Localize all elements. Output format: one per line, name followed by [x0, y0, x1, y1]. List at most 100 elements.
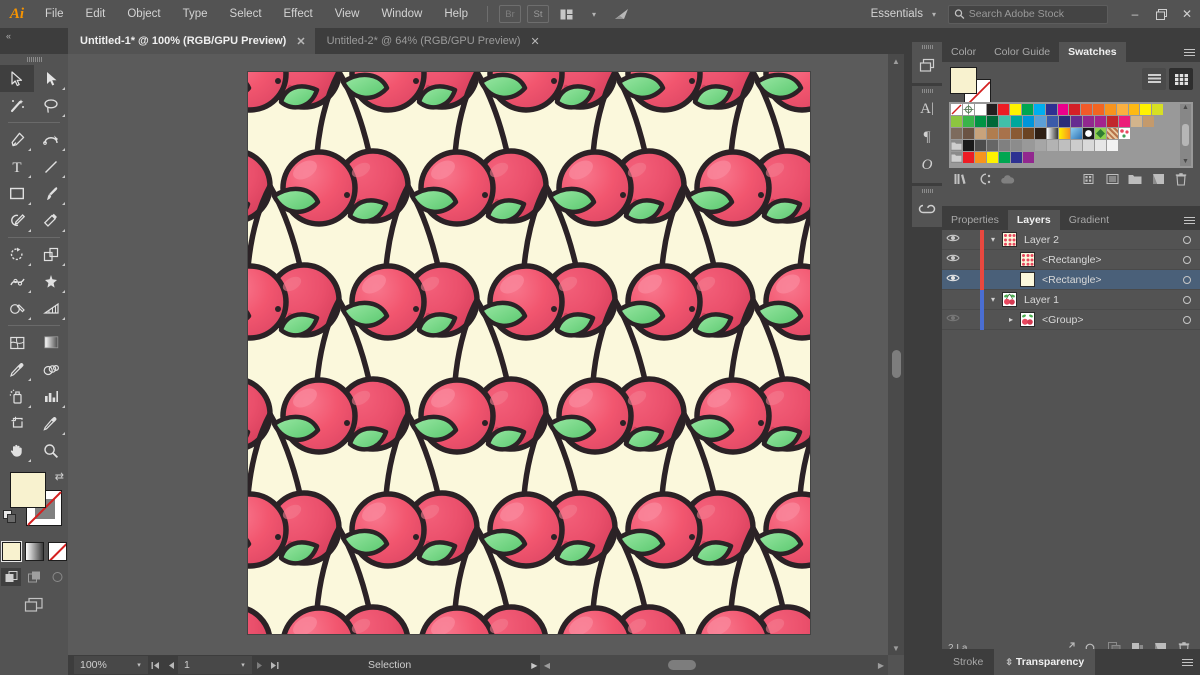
stock-search-box[interactable]	[948, 4, 1108, 24]
target-indicator[interactable]	[1174, 315, 1200, 324]
swatch-plum[interactable]	[1095, 116, 1106, 127]
hand-tool[interactable]	[0, 437, 34, 464]
search-input[interactable]	[968, 8, 1102, 20]
shaper-tool[interactable]	[0, 207, 34, 234]
draw-normal-mode[interactable]	[1, 568, 21, 586]
tab-stroke[interactable]: Stroke	[942, 649, 994, 675]
tab-color[interactable]: Color	[942, 42, 985, 62]
zoom-level-field[interactable]: 100%	[74, 656, 130, 674]
pen-tool[interactable]	[0, 126, 34, 153]
dock-grip[interactable]	[912, 42, 942, 51]
swatch-blue[interactable]	[1045, 104, 1057, 115]
swatch-gradient-yellow[interactable]	[1059, 128, 1070, 139]
scale-tool[interactable]	[34, 241, 68, 268]
swatch-sand[interactable]	[975, 128, 986, 139]
perspective-grid-tool[interactable]	[34, 295, 68, 322]
swatch-magenta[interactable]	[1057, 104, 1069, 115]
menu-file[interactable]: File	[34, 0, 75, 28]
cloud-libraries-icon[interactable]	[996, 169, 1018, 189]
curvature-tool[interactable]	[34, 126, 68, 153]
dock-grip[interactable]	[912, 186, 942, 195]
last-artboard-button[interactable]	[267, 656, 282, 674]
minimize-button[interactable]: –	[1122, 0, 1148, 28]
close-icon[interactable]: ✕	[531, 35, 540, 48]
swatch-lime[interactable]	[951, 116, 962, 127]
toolbar-grip[interactable]	[0, 54, 68, 65]
target-indicator[interactable]	[1174, 235, 1200, 244]
swatch-purple[interactable]	[1071, 116, 1082, 127]
disclosure-triangle-icon[interactable]: ▾	[984, 295, 1002, 304]
swatch-mint[interactable]	[999, 116, 1010, 127]
visibility-toggle-icon[interactable]	[942, 253, 964, 266]
swatch-gray-90[interactable]	[1095, 140, 1106, 151]
object-name[interactable]: <Group>	[1035, 314, 1174, 326]
swatch-amber[interactable]	[1116, 104, 1128, 115]
object-name[interactable]: <Rectangle>	[1035, 254, 1174, 266]
swatch-grass[interactable]	[963, 116, 974, 127]
scroll-down-icon[interactable]: ▼	[888, 641, 904, 655]
swatch-yellow[interactable]	[1010, 104, 1022, 115]
menu-window[interactable]: Window	[370, 0, 433, 28]
tab-swatches[interactable]: Swatches	[1059, 42, 1126, 62]
swatches-fill-swatch[interactable]	[950, 67, 977, 94]
swatch-green[interactable]	[1022, 104, 1033, 115]
visibility-toggle-icon[interactable]	[942, 233, 964, 246]
arrange-chevron-down-icon[interactable]: ▾	[583, 5, 605, 23]
swatch-gray-50[interactable]	[1023, 140, 1034, 151]
swatch-registration[interactable]	[962, 104, 974, 115]
swatch-khaki[interactable]	[1143, 116, 1154, 127]
swatch-options-icon[interactable]	[1101, 169, 1123, 189]
layer-name[interactable]: Layer 1	[1017, 294, 1174, 306]
swatch-pattern-texture[interactable]	[1107, 128, 1118, 139]
eyedropper-tool[interactable]	[0, 356, 34, 383]
document-tab-untitled-2[interactable]: Untitled-2* @ 64% (RGB/GPU Preview) ✕	[314, 28, 549, 54]
none-fill-mode[interactable]	[47, 542, 67, 561]
zoom-tool[interactable]	[34, 437, 68, 464]
scroll-right-icon[interactable]: ▶	[874, 658, 888, 672]
swatch-espresso[interactable]	[1035, 128, 1046, 139]
panel-menu-icon[interactable]	[1182, 45, 1196, 59]
swatch-black[interactable]	[986, 104, 998, 115]
swatch-gray-45[interactable]	[1011, 140, 1022, 151]
draw-behind-mode[interactable]	[24, 568, 44, 586]
gradient-tool[interactable]	[34, 329, 68, 356]
swatch-taupe[interactable]	[951, 128, 962, 139]
artboards-icon[interactable]	[912, 51, 942, 79]
gradient-fill-mode[interactable]	[24, 542, 44, 561]
draw-inside-mode[interactable]	[47, 568, 67, 586]
swatch-gray-20[interactable]	[975, 140, 986, 151]
target-indicator[interactable]	[1174, 255, 1200, 264]
menu-help[interactable]: Help	[433, 0, 479, 28]
target-indicator[interactable]	[1174, 295, 1200, 304]
swatch-navy[interactable]	[1059, 116, 1070, 127]
swatch-light-orange[interactable]	[1104, 104, 1116, 115]
tab-properties[interactable]: Properties	[942, 210, 1008, 230]
panel-menu-icon[interactable]	[1182, 658, 1193, 666]
swatch-gradient-white[interactable]	[1047, 128, 1058, 139]
fill-color-swatch[interactable]	[10, 472, 46, 508]
swatches-grid[interactable]: ▲ ▼	[949, 102, 1193, 168]
menu-select[interactable]: Select	[219, 0, 273, 28]
paintbrush-tool[interactable]	[34, 180, 68, 207]
swatch-gray-95[interactable]	[1107, 140, 1118, 151]
eraser-tool[interactable]	[34, 207, 68, 234]
show-swatch-kinds-icon[interactable]	[1078, 169, 1100, 189]
swatch-teal[interactable]	[1011, 116, 1022, 127]
selection-tool[interactable]	[0, 65, 34, 92]
next-artboard-button[interactable]	[252, 656, 267, 674]
vertical-scroll-thumb[interactable]	[892, 350, 901, 378]
tab-color-guide[interactable]: Color Guide	[985, 42, 1059, 62]
stock-icon[interactable]: St	[527, 5, 549, 23]
swatch-red[interactable]	[998, 104, 1010, 115]
swatch-steel-blue[interactable]	[1035, 116, 1046, 127]
type-tool[interactable]: T	[0, 153, 34, 180]
swatch-crimson[interactable]	[1069, 104, 1081, 115]
artboard-tool[interactable]	[0, 410, 34, 437]
swatch-lime-yellow[interactable]	[1152, 104, 1164, 115]
swatch-bright-purple[interactable]	[1023, 152, 1034, 163]
target-indicator[interactable]	[1174, 275, 1200, 284]
arrange-documents-icon[interactable]	[555, 5, 577, 23]
swatch-pattern-floral[interactable]	[1119, 128, 1130, 139]
line-segment-tool[interactable]	[34, 153, 68, 180]
swatch-cyan[interactable]	[1033, 104, 1045, 115]
